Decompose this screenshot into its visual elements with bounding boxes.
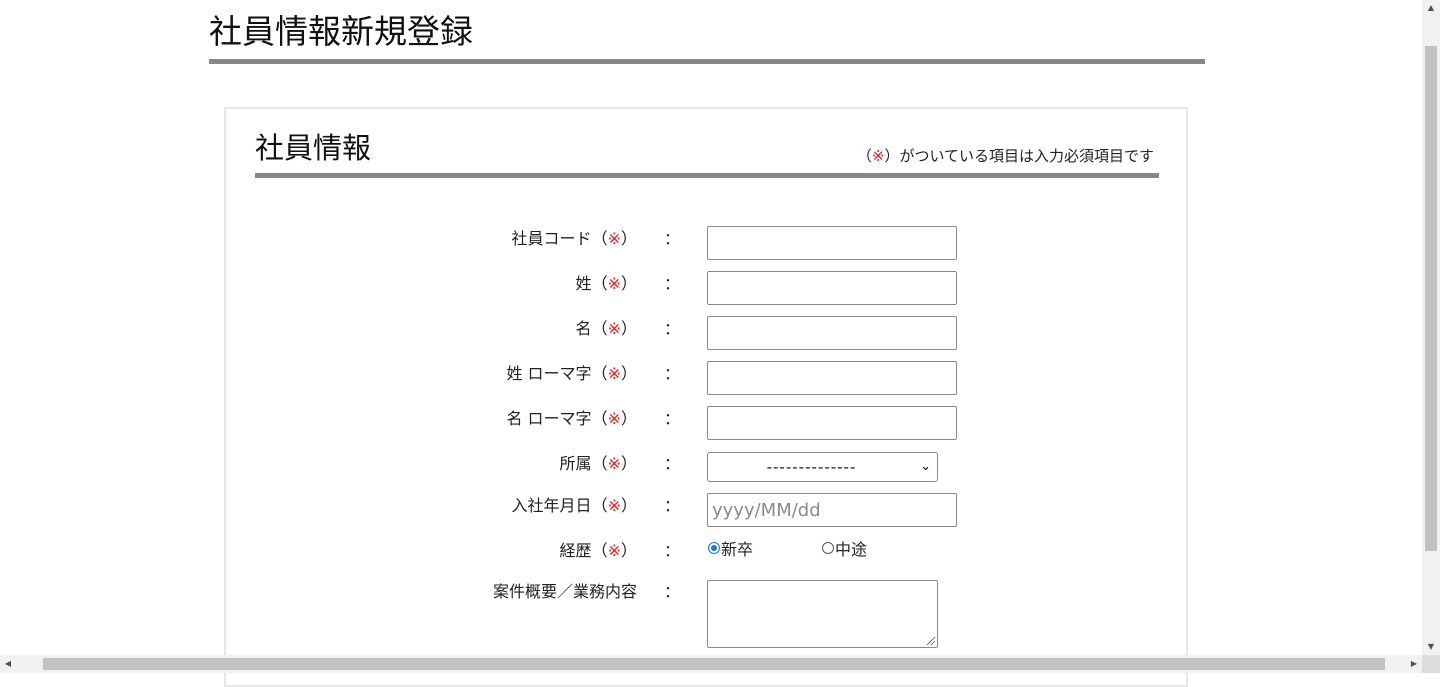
horizontal-scroll-thumb[interactable]	[43, 658, 1385, 670]
horizontal-scrollbar[interactable]: ◀ ▶	[0, 655, 1422, 673]
required-mark: ※	[607, 409, 621, 428]
first-name-label-text: 名	[575, 319, 592, 338]
scrollbar-corner	[1422, 655, 1440, 673]
first-name-input[interactable]	[707, 316, 957, 350]
hire-date-input[interactable]	[707, 493, 957, 527]
title-divider	[209, 59, 1205, 64]
required-open: （	[591, 274, 608, 293]
employee-code-label: 社員コード（※）	[337, 228, 637, 250]
career-mid-career-label[interactable]: 中途	[835, 539, 867, 561]
career-label: 経歴（※）	[337, 540, 637, 562]
required-open: （	[591, 541, 608, 560]
colon: ：	[664, 496, 681, 515]
department-label-text: 所属	[559, 454, 592, 473]
vertical-scrollbar[interactable]: ▲ ▼	[1422, 0, 1440, 655]
section-title: 社員情報	[255, 131, 372, 165]
last-name-roman-input[interactable]	[707, 361, 957, 395]
department-selected-value: --------------	[766, 458, 857, 476]
triangle-up-icon[interactable]: ▲	[1422, 0, 1440, 16]
vertical-scroll-thumb[interactable]	[1425, 46, 1437, 551]
required-note-text: ）がついている項目は入力必須項目です	[884, 147, 1154, 165]
required-close: ）	[620, 229, 637, 248]
last-name-label-text: 姓	[575, 274, 592, 293]
hire-date-label-text: 入社年月日	[511, 496, 592, 515]
first-name-label: 名（※）	[337, 318, 637, 340]
colon: ：	[664, 409, 681, 428]
required-close: ）	[620, 274, 637, 293]
colon: ：	[664, 274, 681, 293]
colon: ：	[664, 319, 681, 338]
career-label-text: 経歴	[559, 541, 592, 560]
colon: ：	[664, 541, 681, 560]
colon: ：	[664, 229, 681, 248]
required-note-open: （	[856, 147, 872, 165]
required-mark: ※	[607, 319, 621, 338]
colon: ：	[664, 582, 681, 601]
triangle-down-icon[interactable]: ▼	[1422, 639, 1440, 655]
required-close: ）	[620, 409, 637, 428]
career-new-graduate-radio[interactable]	[708, 542, 720, 554]
career-new-graduate-label[interactable]: 新卒	[721, 539, 753, 561]
last-name-roman-label-text: 姓 ローマ字	[506, 364, 592, 383]
required-close: ）	[620, 454, 637, 473]
required-open: （	[591, 496, 608, 515]
required-close: ）	[620, 541, 637, 560]
required-mark: ※	[607, 364, 621, 383]
first-name-roman-label-text: 名 ローマ字	[506, 409, 592, 428]
last-name-roman-label: 姓 ローマ字（※）	[337, 363, 637, 385]
employee-code-input[interactable]	[707, 226, 957, 260]
required-open: （	[591, 319, 608, 338]
colon: ：	[664, 364, 681, 383]
department-label: 所属（※）	[337, 453, 637, 475]
required-mark: ※	[607, 541, 621, 560]
required-close: ）	[620, 364, 637, 383]
required-note: （※）がついている項目は入力必須項目です	[857, 146, 1154, 166]
required-close: ）	[620, 319, 637, 338]
page-title: 社員情報新規登録	[209, 12, 473, 51]
triangle-right-icon[interactable]: ▶	[1406, 655, 1422, 673]
colon: ：	[664, 454, 681, 473]
required-mark: ※	[607, 454, 621, 473]
required-open: （	[591, 409, 608, 428]
project-summary-label: 案件概要／業務内容	[492, 582, 637, 601]
required-mark: ※	[607, 229, 621, 248]
department-select[interactable]: -------------- ⌄	[707, 452, 938, 482]
section-divider	[255, 173, 1159, 178]
required-mark: ※	[871, 147, 885, 165]
resize-grip-icon[interactable]	[927, 637, 935, 645]
triangle-left-icon[interactable]: ◀	[0, 655, 16, 673]
project-summary-textarea[interactable]	[707, 580, 938, 648]
employee-code-label-text: 社員コード	[511, 229, 592, 248]
required-close: ）	[620, 496, 637, 515]
first-name-roman-label: 名 ローマ字（※）	[337, 408, 637, 430]
required-open: （	[591, 229, 608, 248]
required-open: （	[591, 364, 608, 383]
last-name-input[interactable]	[707, 271, 957, 305]
last-name-label: 姓（※）	[337, 273, 637, 295]
first-name-roman-input[interactable]	[707, 406, 957, 440]
required-open: （	[591, 454, 608, 473]
career-mid-career-radio[interactable]	[822, 542, 834, 554]
hire-date-label: 入社年月日（※）	[337, 495, 637, 517]
chevron-down-icon: ⌄	[920, 459, 931, 474]
required-mark: ※	[607, 274, 621, 293]
required-mark: ※	[607, 496, 621, 515]
